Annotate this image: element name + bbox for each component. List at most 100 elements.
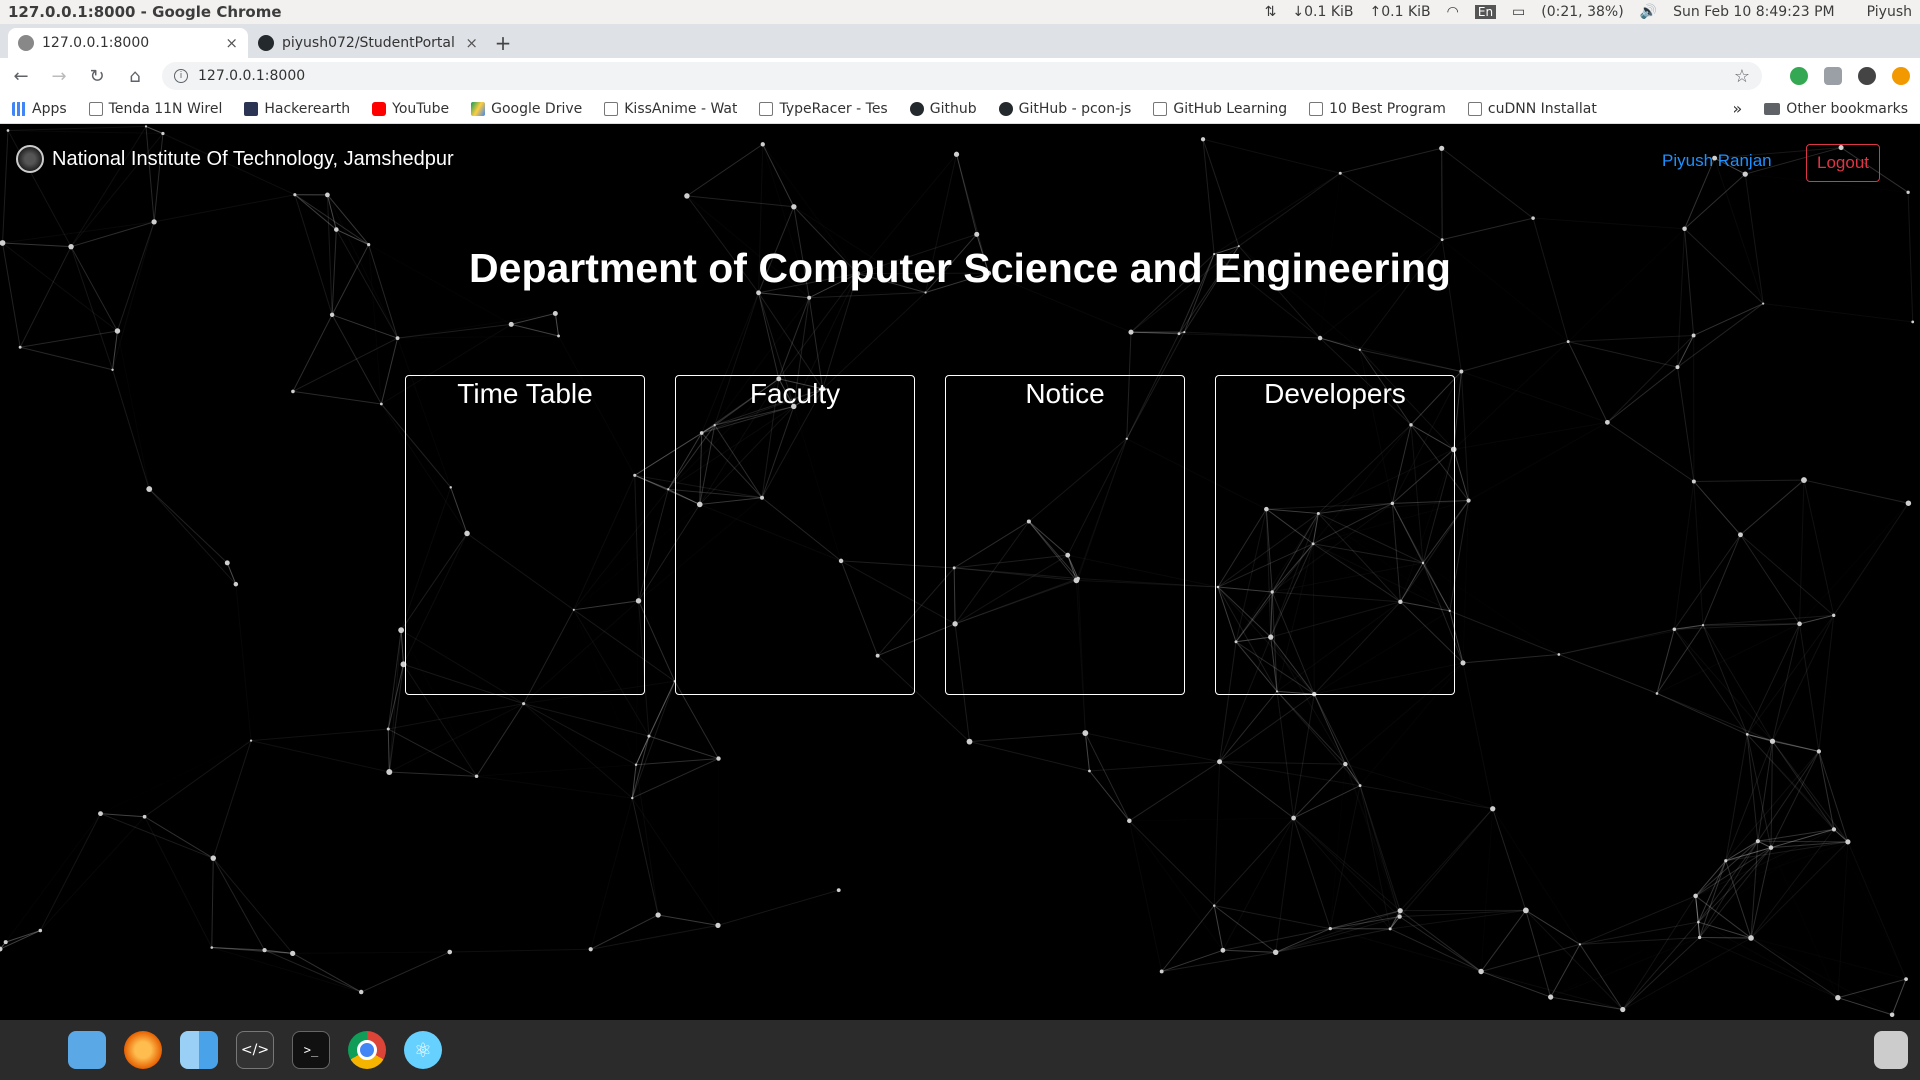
network-node [522, 702, 526, 706]
bookmark-item[interactable]: Tenda 11N Wirel [88, 100, 223, 117]
network-link [1462, 662, 1494, 809]
apps-grid-icon [12, 101, 26, 116]
profile-avatar-icon[interactable] [1858, 67, 1876, 85]
network-link [1330, 764, 1345, 928]
reload-icon[interactable]: ↻ [86, 66, 108, 87]
atom-icon[interactable]: ⚛ [404, 1031, 442, 1069]
keyboard-layout[interactable]: En [1474, 5, 1497, 19]
other-bookmarks[interactable]: Other bookmarks [1764, 101, 1908, 117]
network-link [1568, 334, 1694, 343]
chrome-icon[interactable] [348, 1031, 386, 1069]
bookmark-item[interactable]: Github [909, 101, 977, 117]
network-node [146, 486, 153, 492]
network-node [953, 151, 960, 157]
card-time-table[interactable]: Time Table [405, 375, 645, 695]
navbar-brand[interactable]: National Institute Of Technology, Jamshe… [16, 145, 454, 173]
forward-arrow-icon[interactable]: → [48, 66, 70, 87]
network-node [1745, 733, 1749, 736]
bookmark-item[interactable]: cuDNN Installat [1467, 101, 1597, 117]
tab-close-icon[interactable]: × [465, 34, 478, 52]
network-node [1338, 171, 1342, 175]
datetime[interactable]: Sun Feb 10 8:49:23 PM [1673, 4, 1835, 20]
code-editor-icon[interactable]: </> [236, 1031, 274, 1069]
network-node [1797, 621, 1802, 627]
bookmark-item[interactable]: Google Drive [471, 101, 582, 117]
info-icon[interactable]: i [174, 69, 188, 83]
network-link [969, 732, 1086, 743]
network-link [1161, 905, 1215, 972]
bookmark-item[interactable]: KissAnime - Wat [604, 101, 737, 117]
extension-icon[interactable] [1790, 67, 1808, 85]
network-link [1213, 905, 1276, 953]
network-node [1466, 498, 1471, 503]
page-viewport: National Institute Of Technology, Jamshe… [0, 125, 1920, 1020]
bookmark-label: Hackerearth [264, 100, 351, 117]
update-icon[interactable] [1892, 67, 1910, 85]
github-icon [909, 101, 924, 116]
network-link [1772, 740, 1849, 843]
new-tab-button[interactable]: + [488, 28, 518, 58]
network-link [1698, 922, 1837, 998]
google-drive-icon [471, 101, 486, 116]
network-link [591, 798, 633, 949]
user-profile-link[interactable]: Piyush Ranjan [1662, 151, 1772, 171]
network-link [1725, 741, 1773, 861]
network-link [389, 703, 524, 773]
bookmarks-overflow-chevron[interactable]: » [1733, 99, 1743, 118]
apple-icon[interactable] [12, 1031, 50, 1069]
back-arrow-icon[interactable]: ← [10, 66, 32, 87]
extension-icon[interactable] [1824, 67, 1842, 85]
bookmark-label: Tenda 11N Wirel [108, 100, 223, 117]
url-text[interactable]: 127.0.0.1:8000 [198, 68, 305, 84]
network-link [1751, 938, 1892, 1015]
bookmark-item[interactable]: TypeRacer - Tes [759, 101, 888, 117]
network-link [686, 143, 764, 197]
bookmark-apps[interactable]: Apps [12, 101, 67, 117]
network-link [1833, 502, 1909, 616]
trash-icon[interactable] [1874, 1031, 1908, 1069]
logout-button[interactable]: Logout [1806, 144, 1880, 182]
network-link [1481, 809, 1493, 972]
bookmark-item[interactable]: Hackerearth [244, 101, 350, 117]
network-node [1343, 761, 1348, 767]
page-icon [88, 101, 103, 116]
card-notice[interactable]: Notice [945, 375, 1185, 695]
user-menu[interactable]: Piyush [1867, 4, 1912, 20]
network-link [1751, 938, 1906, 979]
card-developers[interactable]: Developers [1215, 375, 1455, 695]
address-bar[interactable]: i 127.0.0.1:8000 ☆ [162, 62, 1762, 90]
battery-status[interactable]: (0:21, 38%) [1541, 4, 1623, 20]
network-link [1622, 921, 1699, 1010]
network-node [1682, 226, 1687, 231]
network-link [400, 630, 404, 665]
bookmark-item[interactable]: GitHub - pcon-js [998, 101, 1131, 117]
network-node [262, 947, 267, 953]
bookmark-item[interactable]: 10 Best Program [1309, 101, 1446, 117]
firefox-icon[interactable] [124, 1031, 162, 1069]
battery-icon[interactable]: ▭ [1512, 4, 1525, 20]
wifi-icon[interactable]: ◠ [1447, 4, 1459, 20]
terminal-icon[interactable]: >_ [292, 1031, 330, 1069]
bookmark-star-icon[interactable]: ☆ [1734, 66, 1750, 87]
finder-icon[interactable] [180, 1031, 218, 1069]
network-link [236, 584, 251, 740]
bookmark-item[interactable]: GitHub Learning [1153, 101, 1287, 117]
card-faculty[interactable]: Faculty [675, 375, 915, 695]
home-icon[interactable]: ⌂ [124, 66, 146, 87]
network-node [290, 950, 296, 956]
network-link [1345, 764, 1399, 917]
tab-localhost[interactable]: 127.0.0.1:8000 × [8, 28, 248, 58]
network-node [684, 193, 690, 199]
network-link [1746, 615, 1835, 735]
network-link [398, 336, 559, 338]
network-node [3, 940, 8, 945]
volume-icon[interactable]: 🔊 [1640, 4, 1657, 20]
tab-github[interactable]: piyush072/StudentPortal × [248, 28, 488, 58]
bookmark-item[interactable]: YouTube [372, 101, 449, 117]
network-link [154, 194, 295, 223]
network-node [334, 227, 339, 232]
network-node [293, 193, 297, 197]
network-node [1620, 1006, 1626, 1013]
files-icon[interactable] [68, 1031, 106, 1069]
tab-close-icon[interactable]: × [225, 34, 238, 52]
